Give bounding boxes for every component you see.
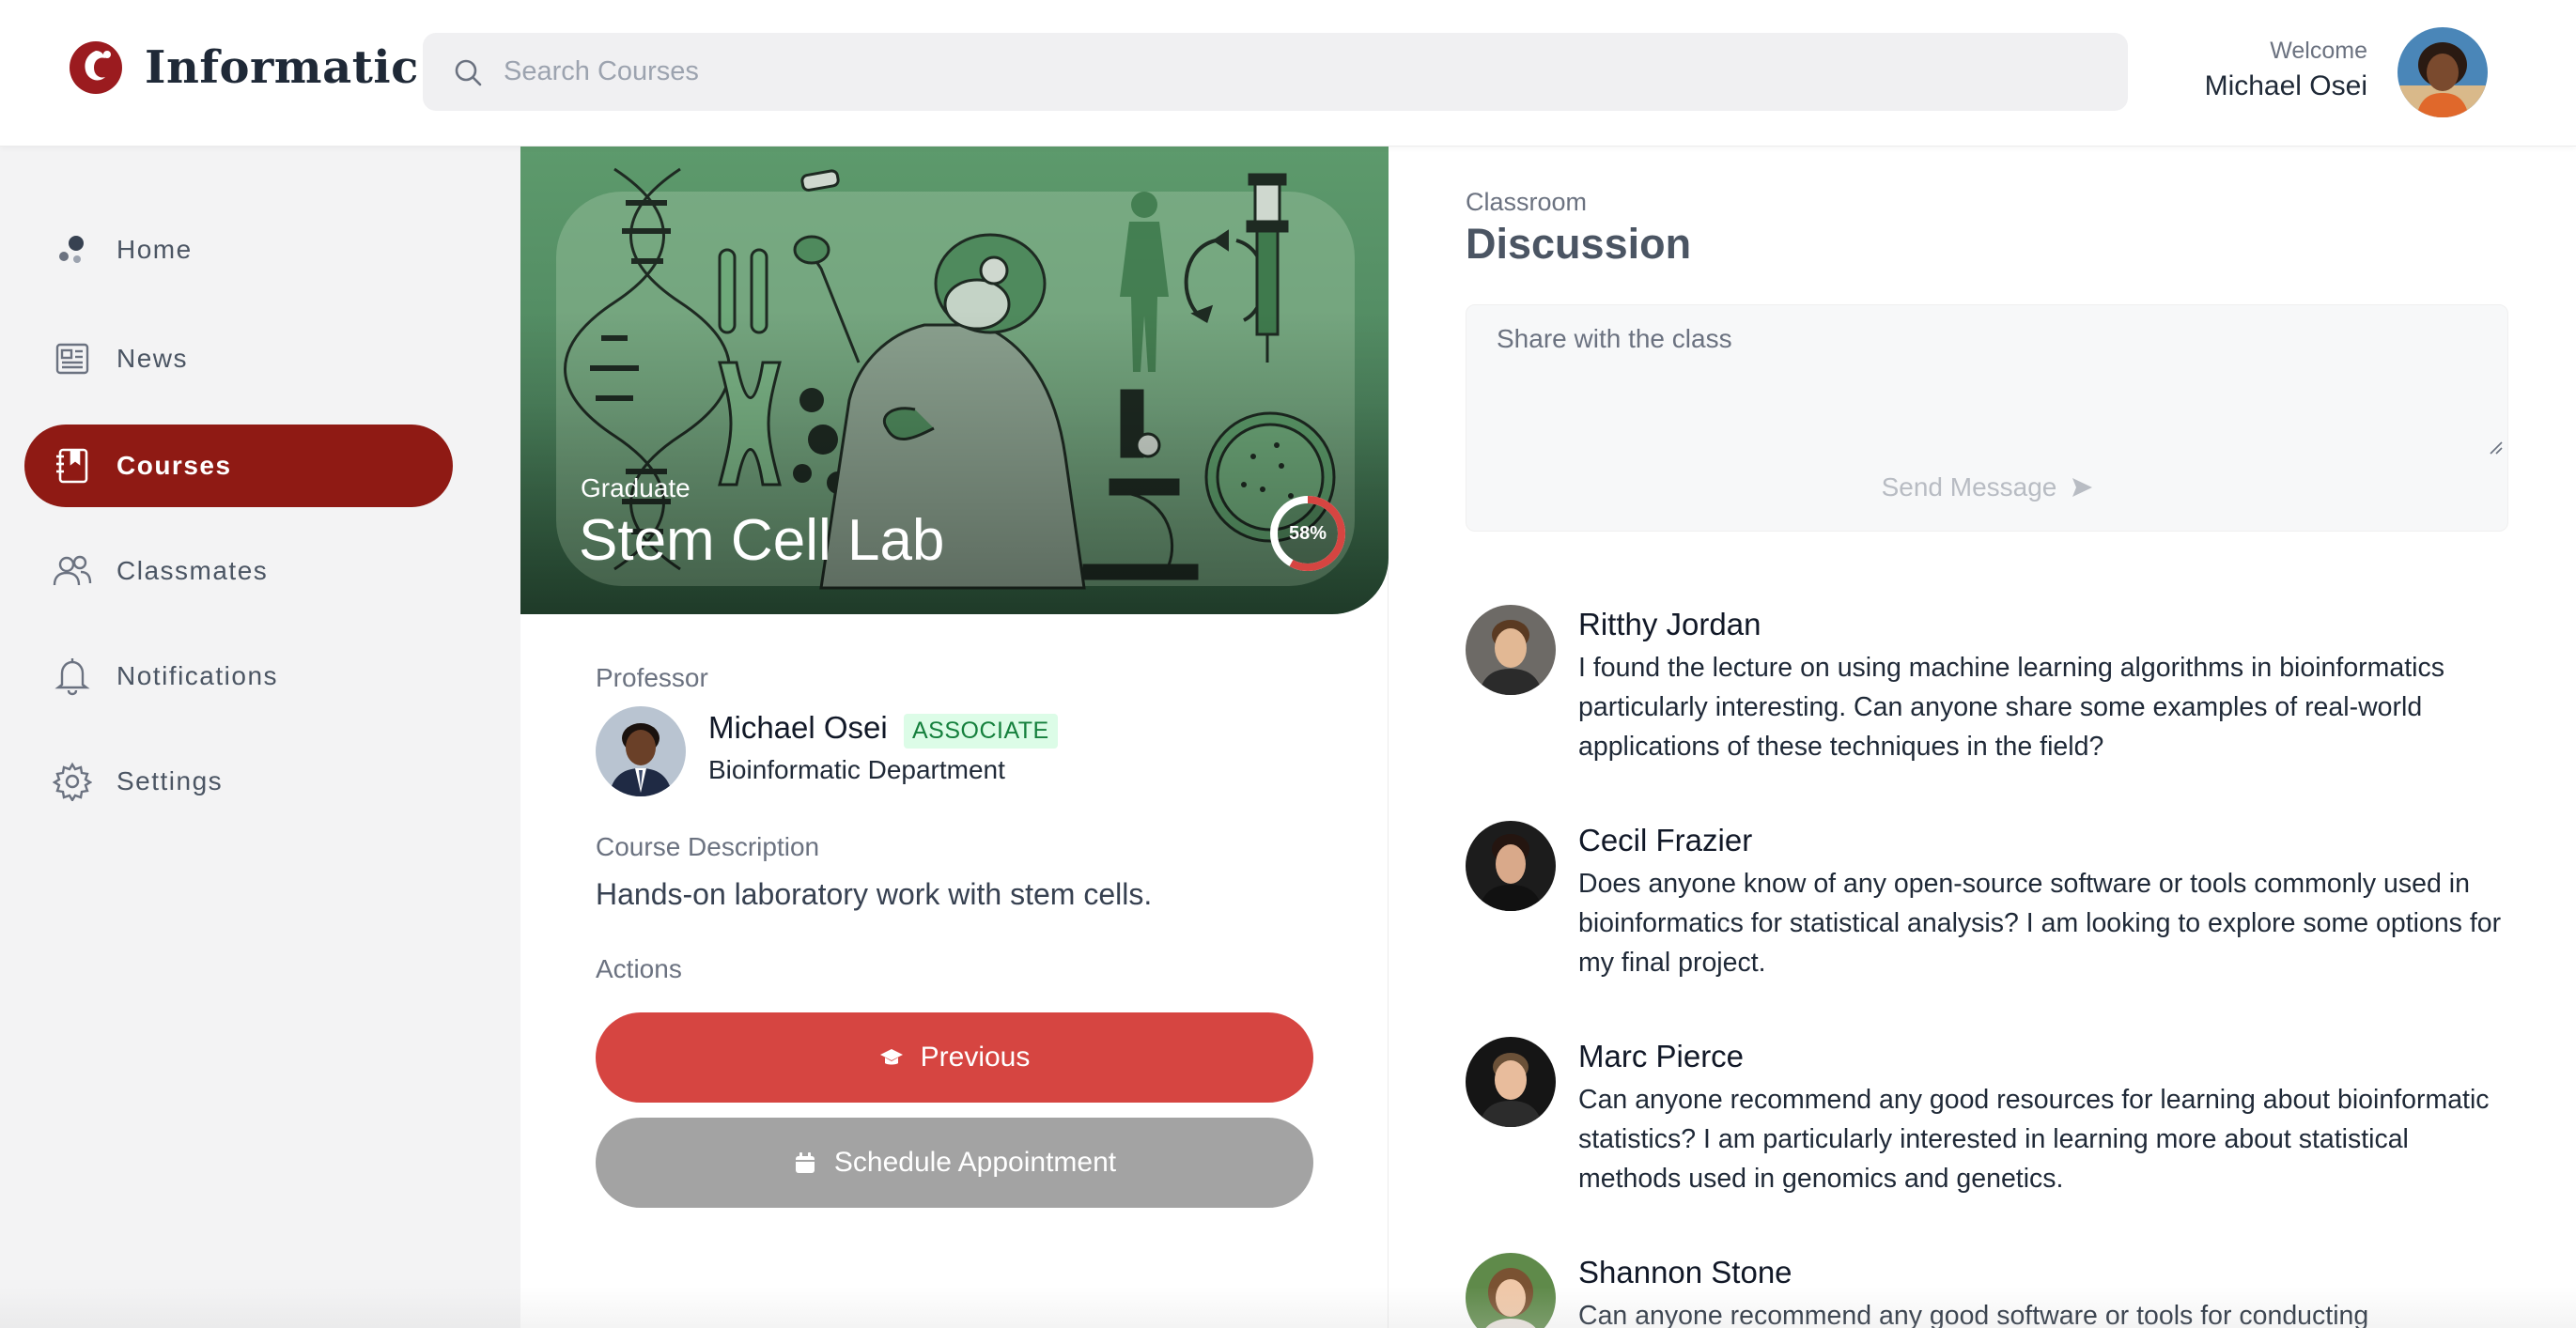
professor-rank-badge: ASSOCIATE [904, 714, 1058, 749]
previous-button-label: Previous [920, 1042, 1031, 1073]
professor-department: Bioinformatic Department [708, 755, 1005, 784]
course-description-label: Course Description [596, 832, 820, 861]
resize-grip-icon[interactable] [2487, 439, 2504, 456]
send-message-label: Send Message [1881, 472, 2057, 502]
post-avatar-image [1466, 821, 1556, 911]
top-header: Informatic Welcome Michael Osei [0, 0, 2576, 147]
professor-avatar[interactable] [596, 706, 686, 796]
send-message-button[interactable]: Send Message [1466, 472, 2509, 502]
user-greeting: Welcome Michael Osei [2205, 38, 2367, 102]
sidebar: Home News Courses Classmates Notificatio… [0, 147, 520, 1328]
home-icon [53, 230, 92, 270]
sidebar-item-home[interactable]: Home [24, 208, 453, 291]
post-avatar-image [1466, 1037, 1556, 1127]
course-panel: Graduate Stem Cell Lab 58% Professor Mic… [520, 147, 1389, 1328]
professor-name[interactable]: Michael Osei [708, 710, 888, 746]
sidebar-item-classmates[interactable]: Classmates [24, 530, 453, 612]
gear-icon [53, 762, 92, 801]
post-text: Can anyone recommend any good software o… [1578, 1301, 2369, 1328]
search-icon [455, 59, 482, 85]
sidebar-item-news[interactable]: News [24, 317, 453, 400]
post-avatar[interactable] [1466, 605, 1556, 695]
course-progress-label: 58% [1288, 522, 1327, 544]
calendar-icon [793, 1150, 817, 1175]
actions-label: Actions [596, 954, 682, 983]
newspaper-icon [53, 339, 92, 378]
schedule-appointment-label: Schedule Appointment [833, 1147, 1117, 1178]
post-avatar-image [1466, 1253, 1556, 1328]
graduation-cap-icon [879, 1045, 904, 1070]
sidebar-item-label: Classmates [116, 556, 269, 585]
post-avatar[interactable] [1466, 821, 1556, 911]
sidebar-item-label: Settings [116, 766, 224, 795]
sidebar-item-label: Notifications [116, 661, 279, 690]
discussion-panel: Classroom Discussion Send Message Ritthy… [1389, 147, 2576, 1328]
post-author[interactable]: Shannon Stone [1578, 1255, 1792, 1290]
post-avatar[interactable] [1466, 1037, 1556, 1127]
post-avatar-image [1466, 605, 1556, 695]
post-text: Does anyone know of any open-source soft… [1578, 869, 2502, 978]
share-message-input[interactable] [1466, 305, 2507, 456]
discussion-subtitle: Classroom [1466, 188, 1588, 216]
post-author[interactable]: Marc Pierce [1578, 1039, 1744, 1074]
course-title: Stem Cell Lab [579, 508, 945, 573]
search-input[interactable] [504, 56, 2101, 87]
logo-icon [70, 41, 122, 94]
send-icon [2072, 478, 2093, 497]
user-avatar[interactable] [2398, 27, 2488, 117]
people-icon [53, 551, 92, 591]
share-box: Send Message [1466, 304, 2508, 532]
course-hero-banner: Graduate Stem Cell Lab 58% [520, 147, 1389, 614]
post-text: I found the lecture on using machine lea… [1578, 653, 2445, 762]
sidebar-item-label: News [116, 344, 189, 373]
professor-label: Professor [596, 663, 708, 692]
bell-icon [53, 656, 92, 696]
course-level: Graduate [581, 473, 691, 502]
post-author[interactable]: Cecil Frazier [1578, 823, 1752, 858]
post-text: Can anyone recommend any good resources … [1578, 1085, 2490, 1194]
sidebar-item-settings[interactable]: Settings [24, 740, 453, 823]
user-avatar-image [2398, 27, 2488, 117]
schedule-appointment-button[interactable]: Schedule Appointment [596, 1118, 1313, 1208]
sidebar-item-courses[interactable]: Courses [24, 425, 453, 507]
user-name: Michael Osei [2204, 70, 2367, 101]
book-icon [53, 446, 92, 486]
brand-name: Informatic [145, 41, 419, 94]
previous-button[interactable]: Previous [596, 1012, 1313, 1103]
post-avatar[interactable] [1466, 1253, 1556, 1328]
course-description: Hands-on laboratory work with stem cells… [596, 877, 1153, 911]
search-bar[interactable] [423, 33, 2128, 111]
professor-avatar-image [596, 706, 686, 796]
discussion-title: Discussion [1466, 220, 1692, 268]
sidebar-item-notifications[interactable]: Notifications [24, 635, 453, 718]
sidebar-item-label: Home [116, 235, 193, 264]
brand-logo[interactable]: Informatic [68, 39, 419, 96]
sidebar-item-label: Courses [116, 451, 232, 480]
post-author[interactable]: Ritthy Jordan [1578, 607, 1761, 642]
welcome-label: Welcome [2270, 38, 2367, 64]
